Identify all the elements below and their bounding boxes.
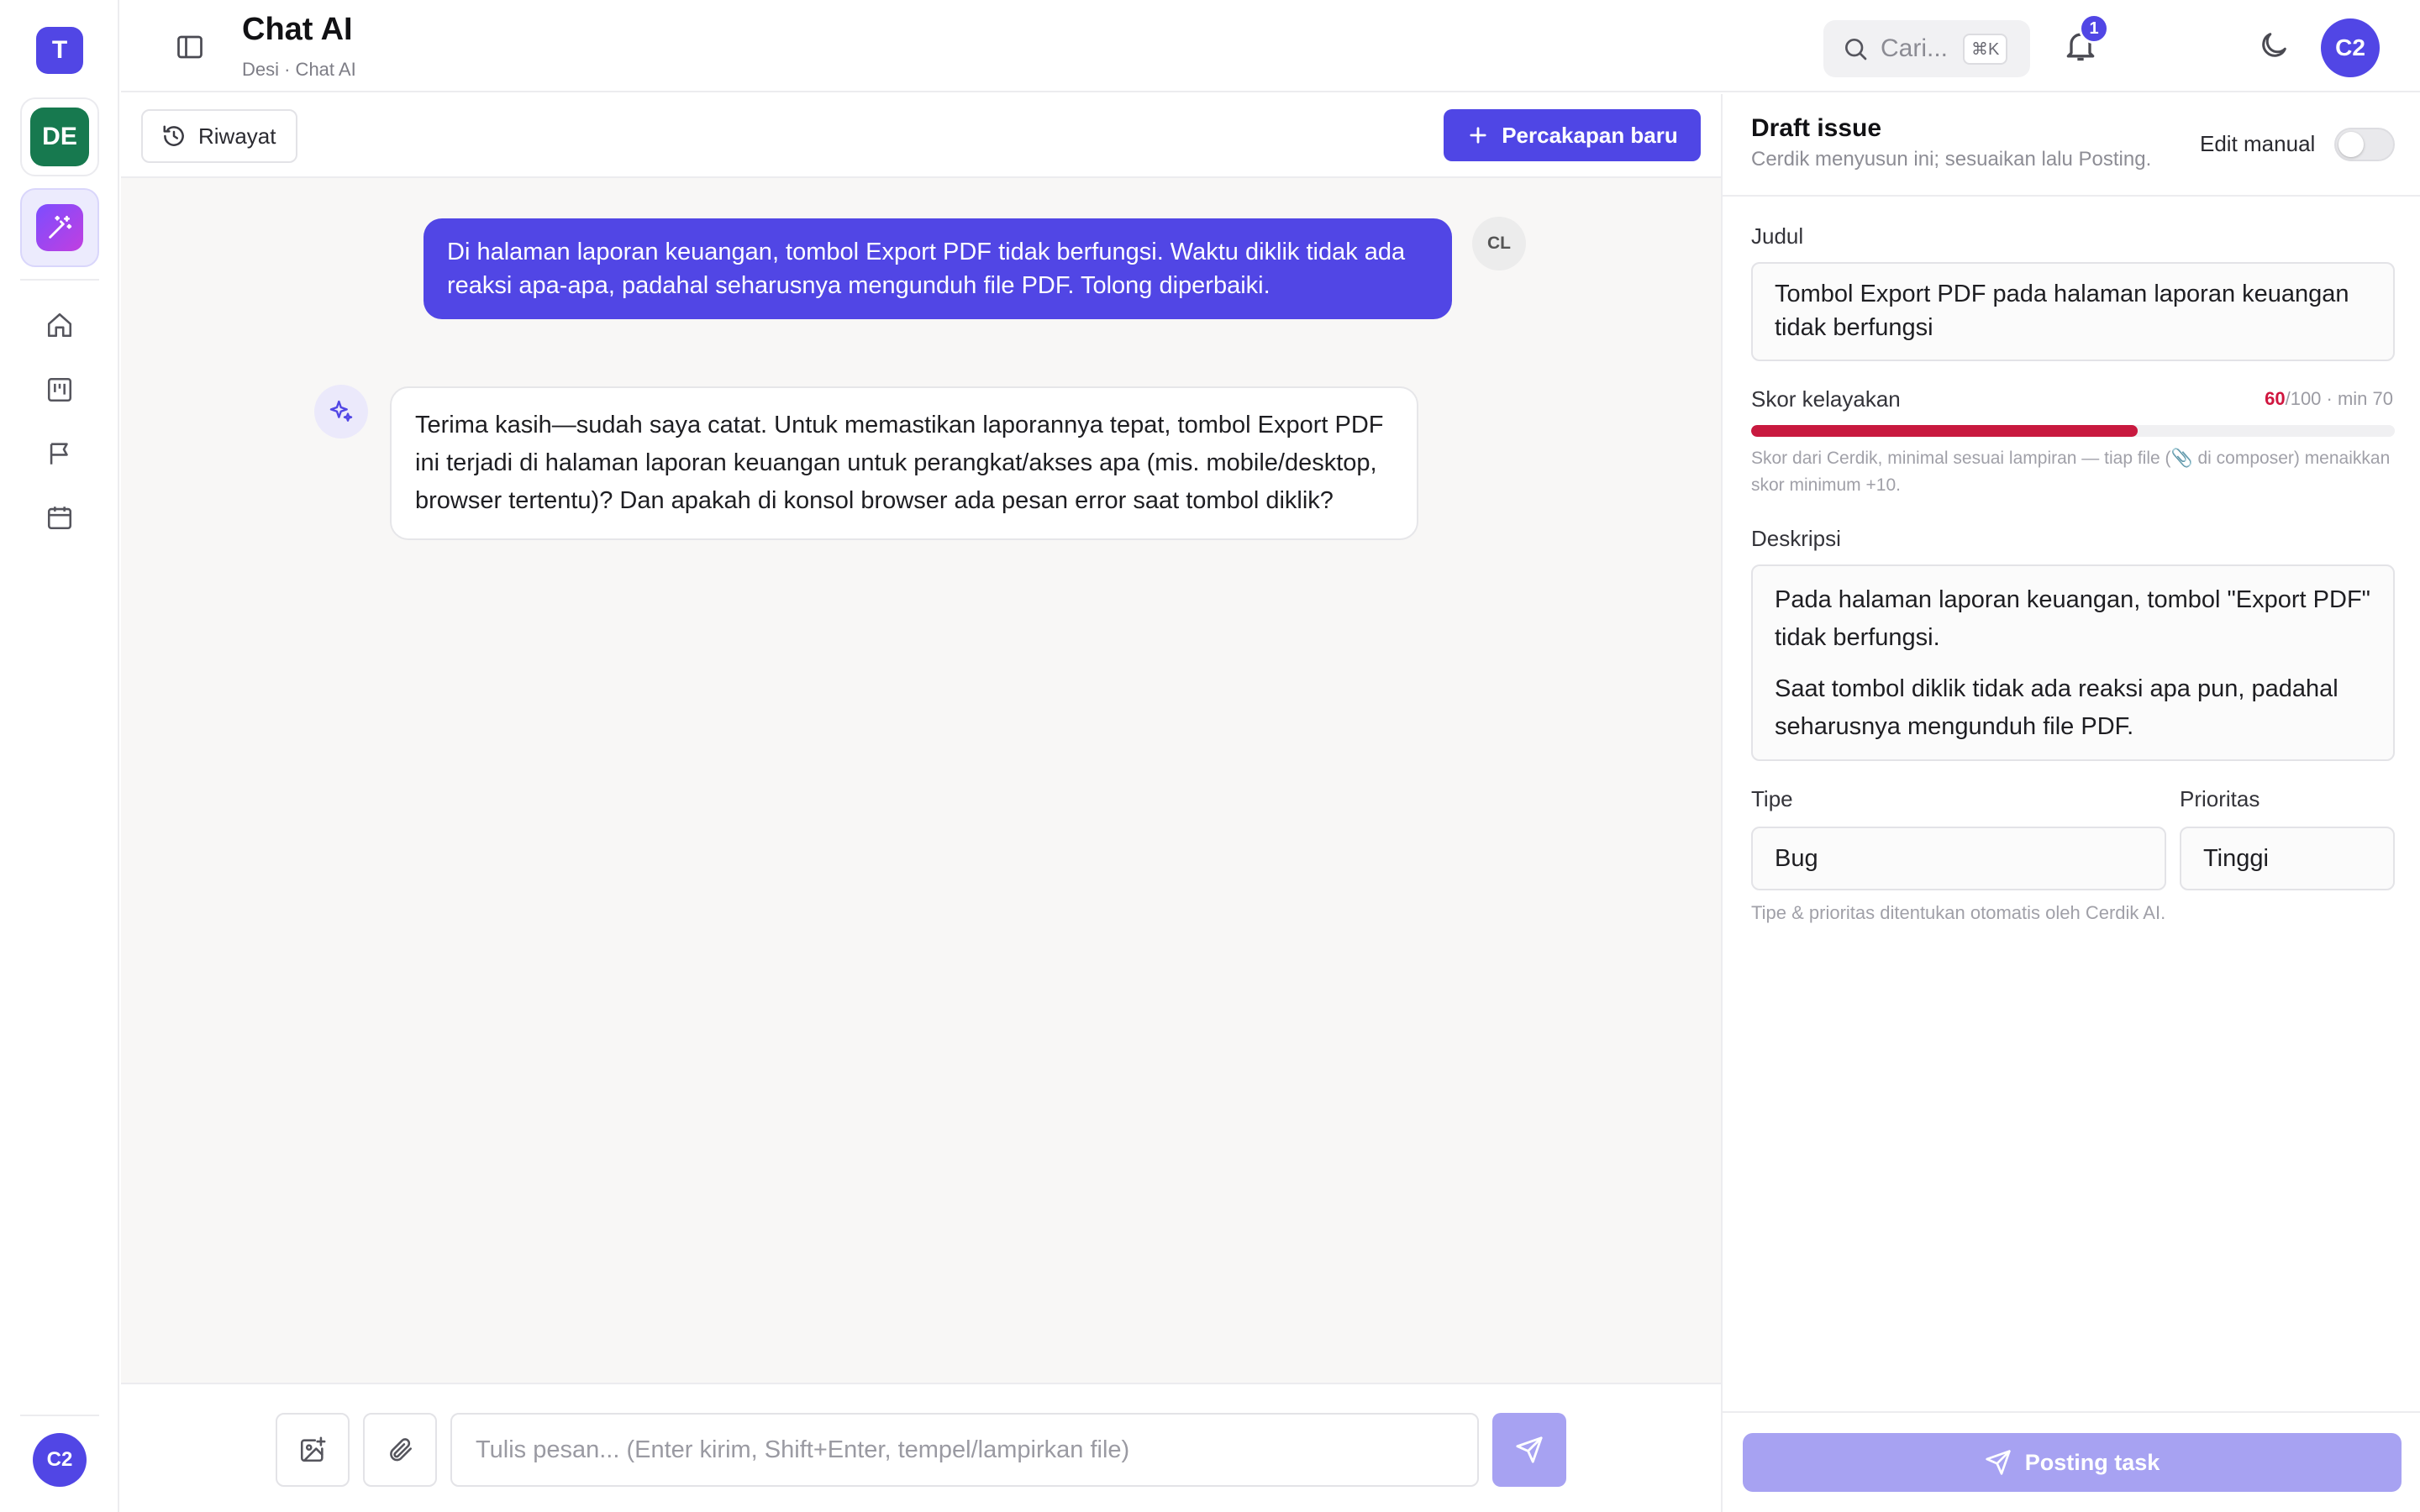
rail-divider [20,1415,99,1416]
message-input[interactable] [450,1413,1479,1487]
user-message: Di halaman laporan keuangan, tombol Expo… [424,218,1452,319]
attach-file-button[interactable] [363,1413,437,1487]
rail-divider [20,279,99,281]
send-icon [1985,1449,2012,1476]
sidebar-toggle-icon[interactable] [173,30,207,64]
panel-header: Draft issue Cerdik menyusun ini; sesuaik… [1723,94,2420,197]
score-number: 60 [2265,388,2286,409]
score-note: Skor dari Cerdik, minimal sesuai lampira… [1751,449,2391,495]
calendar-icon[interactable] [43,501,76,534]
deskripsi-field[interactable]: Pada halaman laporan keuangan, tombol "E… [1751,564,2395,761]
new-chat-button[interactable]: Percakapan baru [1444,109,1701,161]
panel-subtitle: Cerdik menyusun ini; sesuaikan lalu Post… [1751,148,2152,171]
post-task-label: Posting task [2024,1449,2160,1475]
image-plus-icon [298,1436,327,1464]
panel-footer-divider [1723,1411,2420,1413]
breadcrumb: Desi · Chat AI [242,59,356,80]
left-rail: T DE C2 [0,0,119,1512]
tipe-field[interactable]: Bug [1751,827,2166,890]
assistant-message: Terima kasih—sudah saya catat. Untuk mem… [390,386,1418,540]
history-button[interactable]: Riwayat [141,109,297,163]
home-icon[interactable] [43,308,76,342]
new-chat-label: Percakapan baru [1502,122,1678,148]
user-avatar[interactable]: C2 [33,1433,87,1487]
account-avatar[interactable]: C2 [2321,18,2380,77]
toggle-knob [2338,132,2364,157]
judul-label: Judul [1751,223,1804,249]
chat-toolbar: Riwayat Percakapan baru [121,94,1721,178]
user-message-avatar: CL [1472,217,1526,270]
sparkles-icon [314,385,368,438]
post-task-button[interactable]: Posting task [1743,1433,2402,1492]
deskripsi-paragraph: Pada halaman laporan keuangan, tombol "E… [1775,586,2370,651]
project-switcher[interactable]: DE [20,97,99,176]
magic-wand-icon [36,204,83,251]
score-label: Skor kelayakan [1751,386,1901,412]
history-icon [161,123,187,149]
send-button[interactable] [1492,1413,1566,1487]
draft-issue-panel: Draft issue Cerdik menyusun ini; sesuaik… [1721,94,2420,1512]
search-shortcut: ⌘K [1963,33,2008,65]
moon-icon[interactable] [2257,29,2291,62]
prioritas-field[interactable]: Tinggi [2180,827,2395,890]
page-title: Chat AI [242,12,353,47]
chat-ai-nav[interactable] [20,188,99,267]
deskripsi-label: Deskripsi [1751,526,1841,551]
prioritas-label: Prioritas [2180,786,2260,811]
send-icon [1515,1436,1544,1464]
chat-messages: Di halaman laporan keuangan, tombol Expo… [121,178,1721,1383]
image-upload-button[interactable] [276,1413,350,1487]
search-placeholder: Cari... [1881,34,1949,62]
search-button[interactable]: Cari... ⌘K [1823,20,2030,77]
score-bar [1751,425,2395,437]
search-icon [1842,35,1869,62]
kanban-icon[interactable] [43,373,76,407]
top-bar: Chat AI Desi · Chat AI Cari... ⌘K 1 C2 [121,0,2420,92]
score-suffix: /100 · min 70 [2285,388,2393,409]
paperclip-icon [386,1436,414,1464]
judul-field[interactable]: Tombol Export PDF pada halaman laporan k… [1751,262,2395,361]
edit-manual-label: Edit manual [2200,131,2316,156]
edit-manual-toggle[interactable] [2334,128,2395,161]
composer [121,1383,1721,1512]
deskripsi-paragraph: Saat tombol diklik tidak ada reaksi apa … [1775,675,2338,740]
panel-title: Draft issue [1751,114,1882,142]
project-badge: DE [30,108,89,166]
history-label: Riwayat [198,123,276,149]
score-bar-fill [1751,425,2138,437]
notification-badge: 1 [2079,13,2109,44]
auto-classification-note: Tipe & prioritas ditentukan otomatis ole… [1751,902,2166,923]
tipe-label: Tipe [1751,786,1793,811]
flag-icon[interactable] [43,437,76,470]
plus-icon [1466,123,1490,147]
score-value: 60/100 · min 70 [2265,388,2393,410]
workspace-badge[interactable]: T [36,27,83,74]
